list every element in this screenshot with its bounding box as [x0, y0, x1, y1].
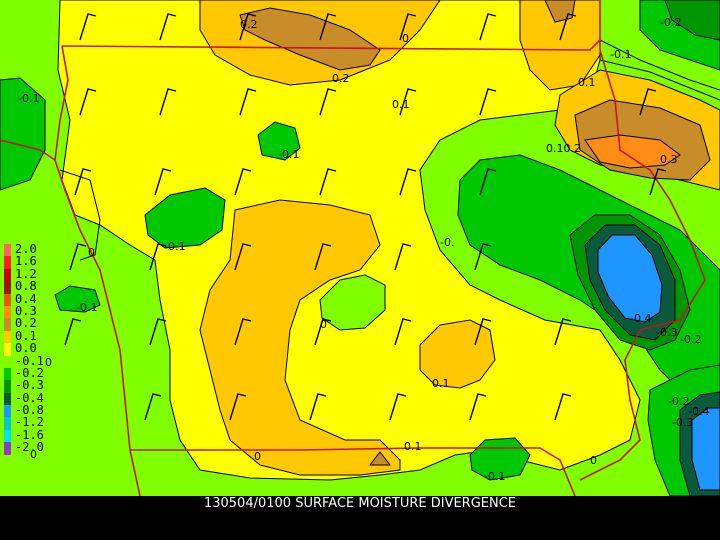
- legend-swatch: [4, 442, 11, 455]
- contour-label: 0.3: [660, 153, 678, 166]
- legend-swatch: [4, 318, 11, 331]
- contour-label: -0.1: [76, 301, 97, 314]
- contour-label: -0.3: [656, 326, 677, 339]
- contour-label: -0.4: [630, 312, 651, 325]
- contour-label: -0.: [440, 236, 454, 249]
- legend-swatch: [4, 417, 11, 430]
- legend-swatch: [4, 256, 11, 269]
- contour-label: 0: [590, 454, 597, 467]
- contour-label: 0.2: [240, 18, 258, 31]
- legend-swatch: [4, 305, 11, 319]
- contour-label: 0.1: [432, 377, 450, 390]
- legend-swatch: [4, 293, 11, 306]
- weather-map-display: -0.1 0 0.2 -0.2 -0.1 0.2 0.1 0.1 -0.1 0.10.2 0.3 0 -…: [0, 0, 720, 540]
- contour-label: -0.1: [484, 470, 505, 483]
- legend-swatch: [4, 392, 11, 406]
- contour-label: 0.1: [578, 76, 596, 89]
- legend-swatch: [4, 380, 11, 393]
- contour-label: 0: [402, 32, 409, 45]
- legend-swatch: [4, 268, 11, 282]
- legend-swatch: [4, 281, 11, 294]
- legend-swatch: [4, 367, 11, 381]
- contour-label: -0.1: [610, 48, 631, 61]
- contour-label: -0.1: [18, 92, 39, 105]
- legend-swatch: [4, 330, 11, 344]
- moisture-divergence-map: -0.1 0 0.2 -0.2 -0.1 0.2 0.1 0.1 -0.1 0.10.2 0.3 0 -…: [0, 0, 720, 496]
- legend-swatch: [4, 355, 11, 368]
- contour-label: 0.10.2: [546, 142, 581, 155]
- color-legend: 2.0 1.6 1.2 0.8 0.4 0.3 0.2 0.1 0.0 -0.1 -0.2 -0.3-…: [4, 243, 48, 455]
- contour-label: -0.1: [278, 148, 299, 161]
- contour-label: -0.1: [164, 240, 185, 253]
- contour-label: 0: [88, 246, 95, 259]
- contour-label: 0.1: [392, 98, 410, 111]
- contour-label: -0.3: [672, 416, 693, 429]
- contour-label: 0.1: [404, 440, 422, 453]
- map-caption: 130504/0100 SURFACE MOISTURE DIVERGENCE: [203, 496, 517, 511]
- legend-label: -2.0: [15, 440, 44, 455]
- legend-swatch: [4, 405, 11, 418]
- legend-row: -2.0: [4, 440, 48, 455]
- contour-label: -0.2: [668, 395, 689, 408]
- contour-label: -0.2: [680, 333, 701, 346]
- legend-swatch: [4, 244, 11, 257]
- legend-swatch: [4, 429, 11, 443]
- contour-label: 0.2: [332, 72, 350, 85]
- contour-label: 0: [320, 318, 327, 331]
- contour-label: 0: [254, 450, 261, 463]
- contour-label: -0.2: [660, 16, 681, 29]
- legend-swatch: [4, 343, 11, 356]
